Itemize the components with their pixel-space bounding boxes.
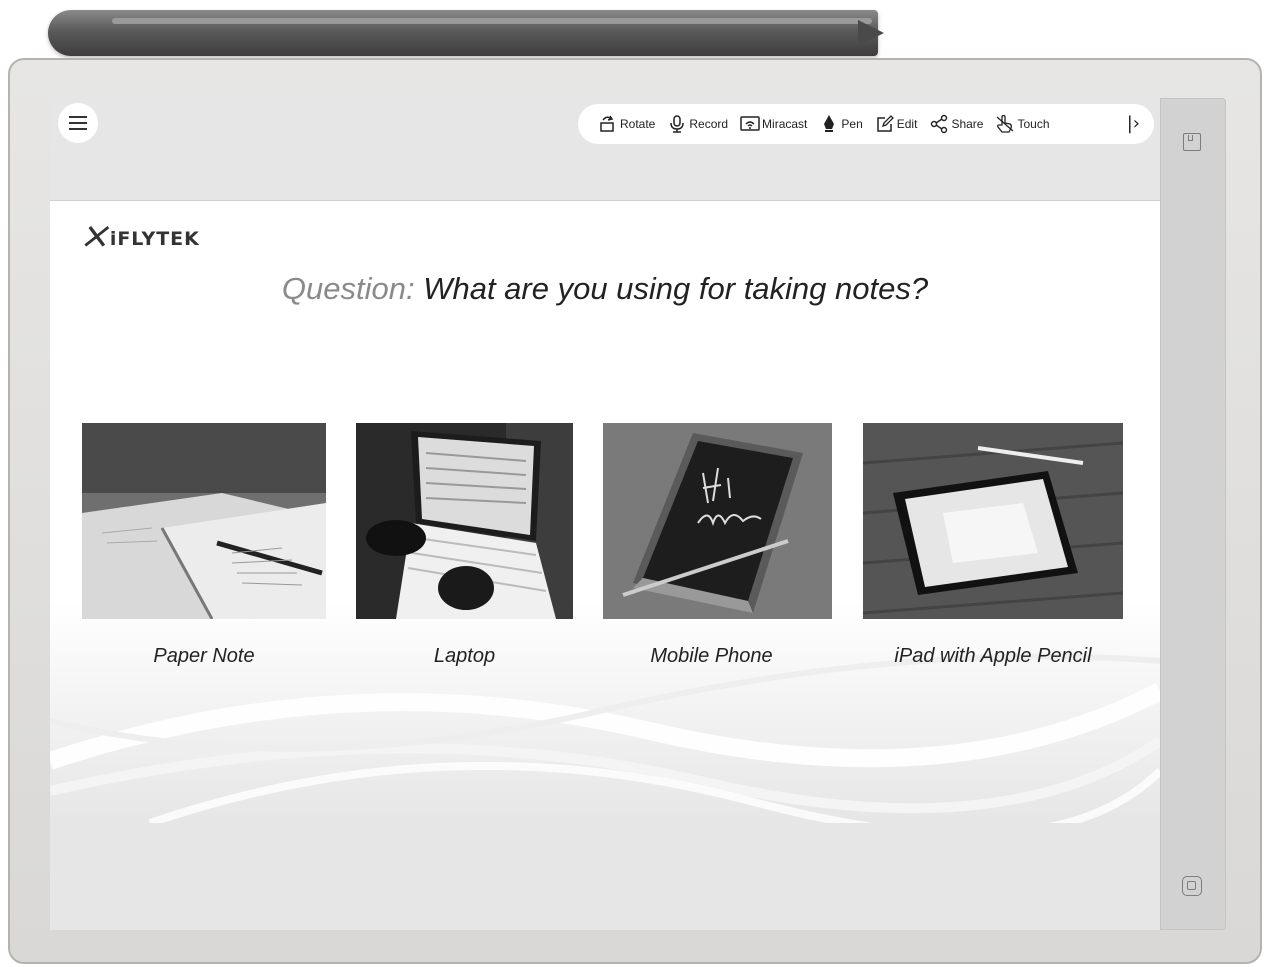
- menu-button[interactable]: [58, 103, 98, 143]
- pen-label: Pen: [841, 117, 863, 131]
- logo-text: iFLYTEK: [109, 227, 200, 250]
- share-label: Share: [951, 117, 984, 131]
- edit-icon: [877, 115, 894, 132]
- rotate-button[interactable]: Rotate: [598, 114, 655, 134]
- miracast-label: Miracast: [762, 117, 808, 131]
- screen: Rotate Record Miracast Pen Edit Share To…: [50, 97, 1160, 930]
- page-icon[interactable]: [1183, 133, 1201, 151]
- caption-laptop: Laptop: [433, 645, 496, 667]
- hamburger-line: [69, 116, 87, 118]
- empty-area: [50, 823, 1160, 930]
- paper-note-image: [82, 423, 326, 619]
- presentation-slide: ⨉ iFLYTEK Question: What are you using f…: [50, 201, 1160, 823]
- wave-background: [50, 601, 1160, 823]
- iflytek-logo: ⨉ iFLYTEK: [84, 223, 200, 254]
- question-text: What are you using for taking notes?: [423, 271, 929, 306]
- slide-question: Question: What are you using for taking …: [50, 271, 1160, 307]
- touch-label: Touch: [1017, 117, 1050, 131]
- edit-label: Edit: [896, 117, 918, 131]
- logo-mark-icon: ⨉: [84, 223, 106, 253]
- question-label: Question:: [281, 271, 415, 306]
- miracast-button[interactable]: Miracast: [740, 114, 807, 134]
- touch-icon: [997, 114, 1014, 133]
- laptop-image: [356, 423, 573, 619]
- rotate-label: Rotate: [620, 117, 656, 131]
- pen-icon: [824, 115, 835, 132]
- ipad-image: [863, 423, 1123, 619]
- collapse-toolbar-button[interactable]: |›: [1127, 113, 1140, 134]
- caption-paper-note: Paper Note: [153, 645, 255, 667]
- window-icon[interactable]: [1182, 876, 1202, 896]
- record-button[interactable]: Record: [667, 114, 728, 134]
- toolbar: Rotate Record Miracast Pen Edit Share To…: [578, 104, 1154, 144]
- hamburger-line: [69, 128, 87, 130]
- stylus-tip: [858, 20, 884, 46]
- touch-button[interactable]: Touch: [995, 114, 1050, 134]
- hamburger-line: [69, 122, 87, 124]
- record-label: Record: [689, 117, 729, 131]
- caption-mobile-phone: Mobile Phone: [650, 645, 773, 667]
- edit-button[interactable]: Edit: [875, 114, 918, 134]
- stylus-clip: [112, 18, 872, 24]
- mobile-phone-image: [603, 423, 832, 619]
- pen-button[interactable]: Pen: [819, 114, 863, 134]
- rotate-icon: [600, 115, 614, 132]
- cast-icon: [740, 116, 760, 131]
- share-icon: [931, 114, 948, 134]
- caption-ipad: iPad with Apple Pencil: [894, 645, 1092, 667]
- top-bar: Rotate Record Miracast Pen Edit Share To…: [50, 97, 1160, 201]
- stylus: [48, 10, 878, 56]
- microphone-icon: [670, 115, 685, 133]
- share-button[interactable]: Share: [929, 114, 983, 134]
- side-bezel: [1160, 98, 1226, 930]
